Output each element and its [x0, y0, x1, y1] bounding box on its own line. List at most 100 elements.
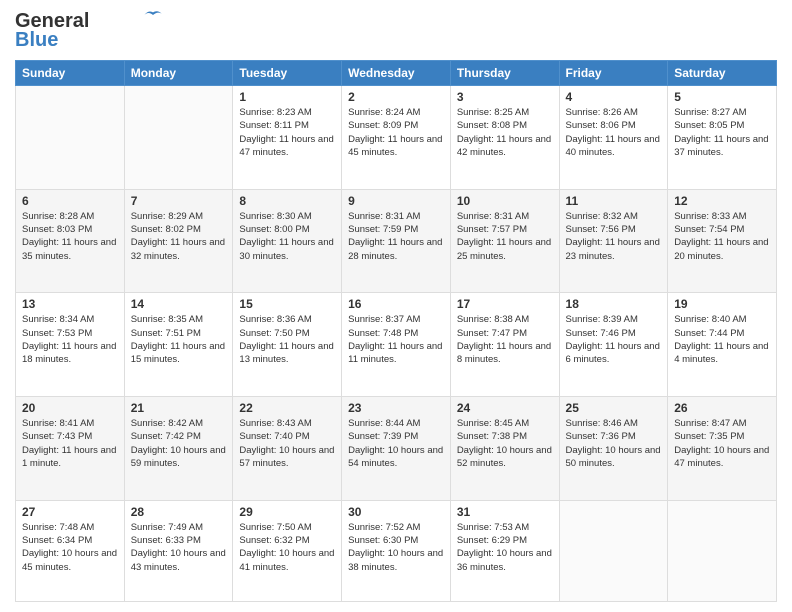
day-number: 30 — [348, 505, 444, 519]
day-number: 4 — [566, 90, 662, 104]
calendar-cell: 13 Sunrise: 8:34 AM Sunset: 7:53 PM Dayli… — [16, 293, 125, 397]
day-info: Sunrise: 7:52 AM Sunset: 6:30 PM Dayligh… — [348, 521, 444, 574]
day-number: 5 — [674, 90, 770, 104]
day-number: 20 — [22, 401, 118, 415]
calendar-table: SundayMondayTuesdayWednesdayThursdayFrid… — [15, 60, 777, 602]
calendar-cell: 4 Sunrise: 8:26 AM Sunset: 8:06 PM Daylig… — [559, 86, 668, 190]
day-info: Sunrise: 8:43 AM Sunset: 7:40 PM Dayligh… — [239, 417, 335, 470]
day-info: Sunrise: 8:30 AM Sunset: 8:00 PM Dayligh… — [239, 210, 335, 263]
day-number: 24 — [457, 401, 553, 415]
calendar-cell: 26Sunrise: 8:47 AM Sunset: 7:35 PM Dayli… — [668, 396, 777, 500]
day-number: 14 — [131, 297, 227, 311]
day-number: 23 — [348, 401, 444, 415]
day-info: Sunrise: 8:31 AM Sunset: 7:57 PM Dayligh… — [457, 210, 553, 263]
calendar-cell: 6 Sunrise: 8:28 AM Sunset: 8:03 PM Daylig… — [16, 189, 125, 293]
day-number: 8 — [239, 194, 335, 208]
calendar-cell: 18 Sunrise: 8:39 AM Sunset: 7:46 PM Dayli… — [559, 293, 668, 397]
day-number: 9 — [348, 194, 444, 208]
day-info: Sunrise: 8:34 AM Sunset: 7:53 PM Dayligh… — [22, 313, 118, 366]
col-header-monday: Monday — [124, 61, 233, 86]
calendar-cell: 8 Sunrise: 8:30 AM Sunset: 8:00 PM Daylig… — [233, 189, 342, 293]
calendar-cell: 10 Sunrise: 8:31 AM Sunset: 7:57 PM Dayli… — [450, 189, 559, 293]
calendar-cell — [124, 86, 233, 190]
calendar-cell — [668, 500, 777, 601]
day-number: 28 — [131, 505, 227, 519]
day-info: Sunrise: 8:36 AM Sunset: 7:50 PM Dayligh… — [239, 313, 335, 366]
calendar-cell: 3 Sunrise: 8:25 AM Sunset: 8:08 PM Daylig… — [450, 86, 559, 190]
day-info: Sunrise: 8:42 AM Sunset: 7:42 PM Dayligh… — [131, 417, 227, 470]
day-info: Sunrise: 8:32 AM Sunset: 7:56 PM Dayligh… — [566, 210, 662, 263]
day-info: Sunrise: 8:31 AM Sunset: 7:59 PM Dayligh… — [348, 210, 444, 263]
calendar-cell: 21 Sunrise: 8:42 AM Sunset: 7:42 PM Dayli… — [124, 396, 233, 500]
day-number: 1 — [239, 90, 335, 104]
calendar-cell: 17Sunrise: 8:38 AM Sunset: 7:47 PM Dayli… — [450, 293, 559, 397]
day-number: 7 — [131, 194, 227, 208]
day-info: Sunrise: 8:41 AM Sunset: 7:43 PM Dayligh… — [22, 417, 118, 470]
calendar-cell: 29 Sunrise: 7:50 AM Sunset: 6:32 PM Dayli… — [233, 500, 342, 601]
calendar-header-row: SundayMondayTuesdayWednesdayThursdayFrid… — [16, 61, 777, 86]
day-info: Sunrise: 7:50 AM Sunset: 6:32 PM Dayligh… — [239, 521, 335, 574]
calendar-cell: 19 Sunrise: 8:40 AM Sunset: 7:44 PM Dayli… — [668, 293, 777, 397]
col-header-tuesday: Tuesday — [233, 61, 342, 86]
calendar-cell: 27 Sunrise: 7:48 AM Sunset: 6:34 PM Dayli… — [16, 500, 125, 601]
day-info: Sunrise: 7:49 AM Sunset: 6:33 PM Dayligh… — [131, 521, 227, 574]
day-info: Sunrise: 7:53 AM Sunset: 6:29 PM Dayligh… — [457, 521, 553, 574]
col-header-friday: Friday — [559, 61, 668, 86]
calendar-cell: 25Sunrise: 8:46 AM Sunset: 7:36 PM Dayli… — [559, 396, 668, 500]
day-info: Sunrise: 8:46 AM Sunset: 7:36 PM Dayligh… — [566, 417, 662, 470]
calendar-cell: 16 Sunrise: 8:37 AM Sunset: 7:48 PM Dayli… — [342, 293, 451, 397]
day-number: 16 — [348, 297, 444, 311]
calendar-cell: 14Sunrise: 8:35 AM Sunset: 7:51 PM Dayli… — [124, 293, 233, 397]
calendar-week-row: 13 Sunrise: 8:34 AM Sunset: 7:53 PM Dayli… — [16, 293, 777, 397]
day-info: Sunrise: 8:40 AM Sunset: 7:44 PM Dayligh… — [674, 313, 770, 366]
calendar-cell: 23 Sunrise: 8:44 AM Sunset: 7:39 PM Dayli… — [342, 396, 451, 500]
day-info: Sunrise: 8:29 AM Sunset: 8:02 PM Dayligh… — [131, 210, 227, 263]
day-info: Sunrise: 8:24 AM Sunset: 8:09 PM Dayligh… — [348, 106, 444, 159]
calendar-cell: 22 Sunrise: 8:43 AM Sunset: 7:40 PM Dayli… — [233, 396, 342, 500]
day-info: Sunrise: 8:26 AM Sunset: 8:06 PM Dayligh… — [566, 106, 662, 159]
day-number: 10 — [457, 194, 553, 208]
day-info: Sunrise: 8:37 AM Sunset: 7:48 PM Dayligh… — [348, 313, 444, 366]
col-header-sunday: Sunday — [16, 61, 125, 86]
header: General Blue — [15, 10, 777, 52]
day-number: 27 — [22, 505, 118, 519]
day-info: Sunrise: 8:39 AM Sunset: 7:46 PM Dayligh… — [566, 313, 662, 366]
calendar-cell — [16, 86, 125, 190]
calendar-cell: 15 Sunrise: 8:36 AM Sunset: 7:50 PM Dayli… — [233, 293, 342, 397]
day-info: Sunrise: 8:25 AM Sunset: 8:08 PM Dayligh… — [457, 106, 553, 159]
day-info: Sunrise: 8:45 AM Sunset: 7:38 PM Dayligh… — [457, 417, 553, 470]
day-number: 31 — [457, 505, 553, 519]
col-header-wednesday: Wednesday — [342, 61, 451, 86]
day-info: Sunrise: 8:44 AM Sunset: 7:39 PM Dayligh… — [348, 417, 444, 470]
day-number: 26 — [674, 401, 770, 415]
calendar-cell: 5 Sunrise: 8:27 AM Sunset: 8:05 PM Daylig… — [668, 86, 777, 190]
day-number: 6 — [22, 194, 118, 208]
day-info: Sunrise: 7:48 AM Sunset: 6:34 PM Dayligh… — [22, 521, 118, 574]
day-number: 2 — [348, 90, 444, 104]
calendar-cell: 30 Sunrise: 7:52 AM Sunset: 6:30 PM Dayli… — [342, 500, 451, 601]
calendar-week-row: 1 Sunrise: 8:23 AM Sunset: 8:11 PM Daylig… — [16, 86, 777, 190]
day-info: Sunrise: 8:23 AM Sunset: 8:11 PM Dayligh… — [239, 106, 335, 159]
day-number: 15 — [239, 297, 335, 311]
day-number: 22 — [239, 401, 335, 415]
calendar-week-row: 20 Sunrise: 8:41 AM Sunset: 7:43 PM Dayli… — [16, 396, 777, 500]
calendar-week-row: 6 Sunrise: 8:28 AM Sunset: 8:03 PM Daylig… — [16, 189, 777, 293]
calendar-cell: 31 Sunrise: 7:53 AM Sunset: 6:29 PM Dayli… — [450, 500, 559, 601]
day-number: 21 — [131, 401, 227, 415]
day-info: Sunrise: 8:38 AM Sunset: 7:47 PM Dayligh… — [457, 313, 553, 366]
calendar-cell: 11 Sunrise: 8:32 AM Sunset: 7:56 PM Dayli… — [559, 189, 668, 293]
day-number: 11 — [566, 194, 662, 208]
day-number: 29 — [239, 505, 335, 519]
day-number: 13 — [22, 297, 118, 311]
col-header-saturday: Saturday — [668, 61, 777, 86]
calendar-cell: 28 Sunrise: 7:49 AM Sunset: 6:33 PM Dayli… — [124, 500, 233, 601]
calendar-cell — [559, 500, 668, 601]
day-info: Sunrise: 8:28 AM Sunset: 8:03 PM Dayligh… — [22, 210, 118, 263]
day-number: 3 — [457, 90, 553, 104]
day-number: 18 — [566, 297, 662, 311]
day-info: Sunrise: 8:27 AM Sunset: 8:05 PM Dayligh… — [674, 106, 770, 159]
calendar-cell: 7 Sunrise: 8:29 AM Sunset: 8:02 PM Daylig… — [124, 189, 233, 293]
calendar-cell: 12Sunrise: 8:33 AM Sunset: 7:54 PM Dayli… — [668, 189, 777, 293]
day-info: Sunrise: 8:33 AM Sunset: 7:54 PM Dayligh… — [674, 210, 770, 263]
day-number: 19 — [674, 297, 770, 311]
